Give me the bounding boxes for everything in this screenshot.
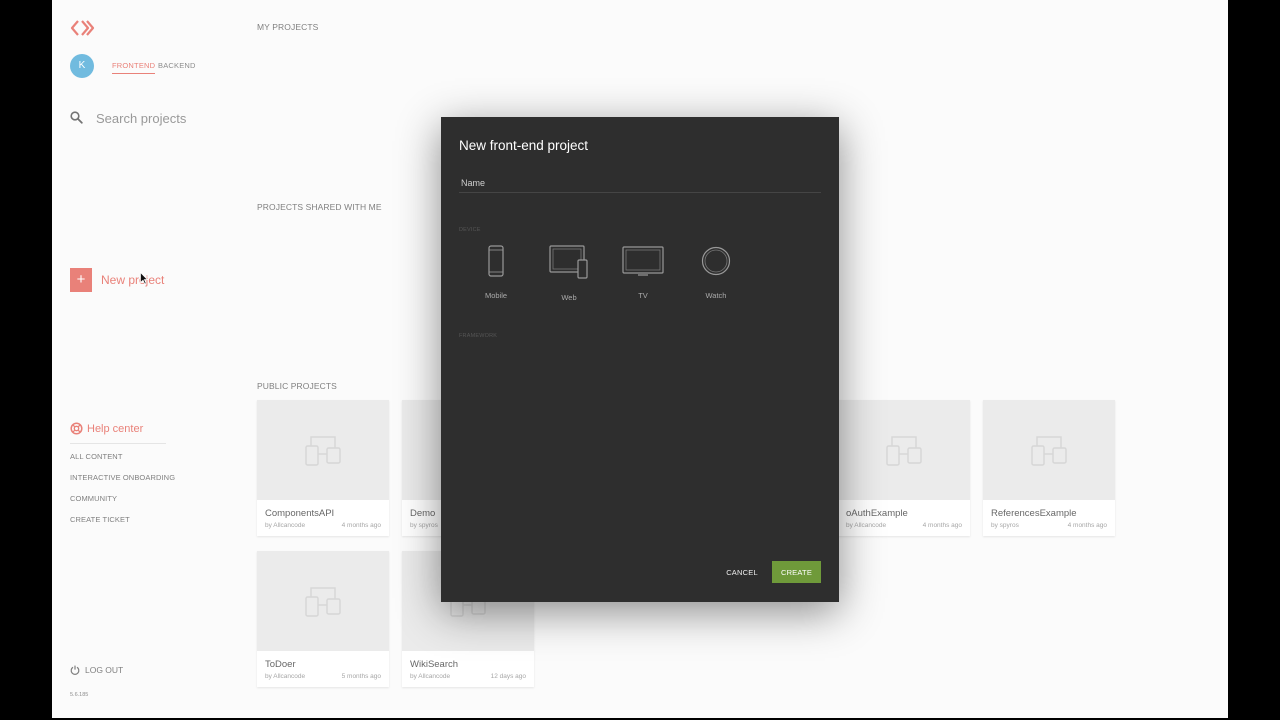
device-option-watch[interactable]: Watch — [691, 245, 741, 305]
device-label: Watch — [705, 291, 727, 300]
device-label: Web — [561, 293, 577, 302]
device-section-label: DEVICE — [459, 227, 481, 233]
cancel-button[interactable]: CANCEL — [719, 561, 765, 583]
web-icon — [549, 245, 588, 279]
watch-icon — [701, 246, 731, 276]
new-project-dialog: New front-end project DEVICE Mobile Web … — [441, 117, 839, 602]
device-label: Mobile — [484, 291, 508, 300]
project-name-input[interactable] — [459, 173, 821, 193]
tv-icon — [622, 246, 664, 276]
mobile-icon — [488, 245, 504, 277]
create-button[interactable]: CREATE — [772, 561, 821, 583]
device-option-web[interactable]: Web — [544, 245, 594, 305]
app-window: K FRONTEND BACKEND + New project Help c — [52, 0, 1228, 718]
device-option-tv[interactable]: TV — [618, 245, 668, 305]
framework-section-label: FRAMEWORK — [459, 333, 498, 339]
mouse-cursor-icon — [140, 272, 148, 285]
device-option-mobile[interactable]: Mobile — [471, 245, 521, 305]
device-label: TV — [638, 291, 648, 300]
dialog-title: New front-end project — [459, 138, 589, 153]
